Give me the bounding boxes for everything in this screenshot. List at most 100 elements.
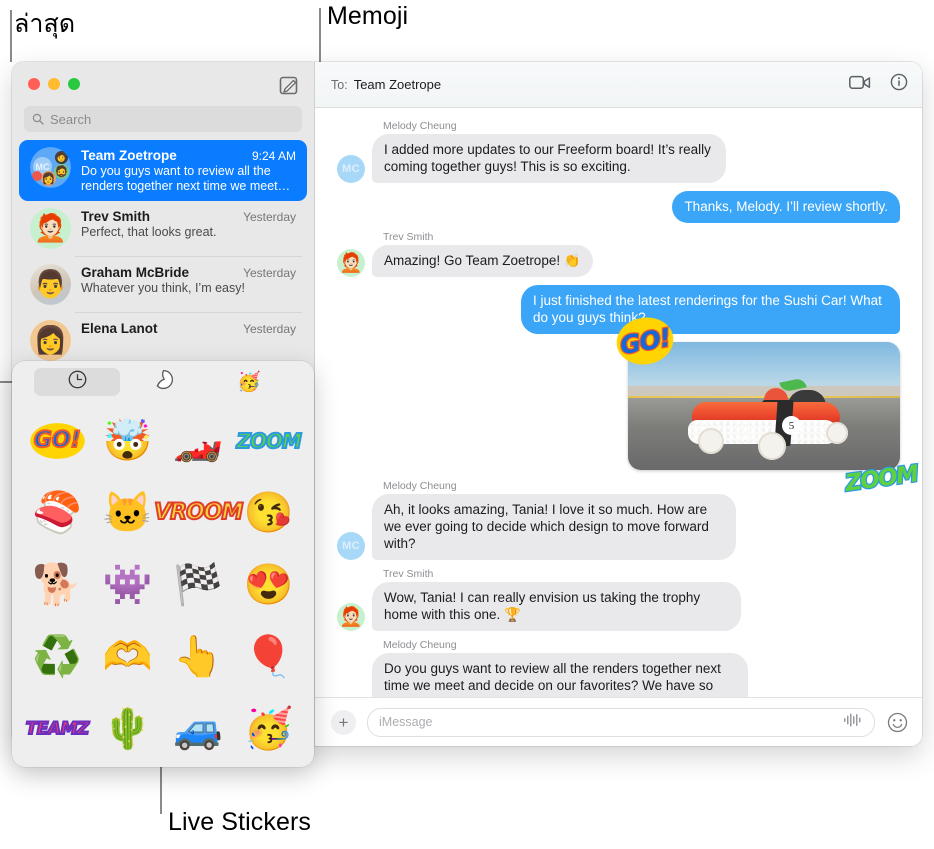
- sticker-hot-air-balloon[interactable]: 🎈: [239, 627, 299, 687]
- imessage-placeholder: iMessage: [379, 715, 433, 729]
- message-bubble[interactable]: Wow, Tania! I can really envision us tak…: [372, 582, 741, 631]
- sticker-heart-eyes-memoji[interactable]: 😍: [239, 555, 299, 615]
- conversation-row-elena-lanot[interactable]: 👩 Elena Lanot Yesterday: [19, 313, 307, 368]
- avatar: 👨: [30, 264, 71, 305]
- sender-name: Melody Cheung: [383, 120, 457, 132]
- conversation-header: To: Team Zoetrope: [315, 62, 922, 108]
- sticker-cactus[interactable]: 🌵: [98, 699, 158, 759]
- audio-waveform-icon[interactable]: [843, 713, 863, 732]
- imessage-input[interactable]: iMessage: [367, 707, 875, 737]
- bubble-avatar-melody: MC: [337, 532, 365, 560]
- message-group: Melody Cheung MC Do you guys want to rev…: [337, 639, 900, 697]
- message-thread: Melody Cheung MC I added more updates to…: [315, 108, 922, 697]
- conversation-time: Yesterday: [243, 266, 296, 280]
- group-face-1: 🧑: [55, 151, 68, 164]
- message-group: Trev Smith 🧑🏻‍🦰 Amazing! Go Team Zoetrop…: [337, 231, 900, 277]
- conversation-name: Trev Smith: [81, 209, 151, 224]
- group-face-3: 👩: [41, 171, 56, 186]
- sender-name: Trev Smith: [383, 568, 434, 580]
- sticker-grid: GO! 🤯 🏎️ ZOOM 🍣 🐱 VROOM 😘 🐕 👾 🏁 😍 ♻️ 🫶 👆…: [12, 403, 314, 767]
- header-actions: [849, 73, 908, 96]
- message-bubble[interactable]: Ah, it looks amazing, Tania! I love it s…: [372, 494, 736, 560]
- conversation-list: MC 🧑 🧔 👩 Team Zoetrope 9:24 AM Do you gu…: [12, 140, 314, 368]
- sticker-sushi[interactable]: 🍣: [27, 483, 87, 543]
- live-sticker-peel-icon: [153, 369, 174, 395]
- conversation-body: Graham McBride Yesterday Whatever you th…: [81, 264, 296, 305]
- search-placeholder: Search: [50, 111, 92, 127]
- add-attachment-button[interactable]: +: [331, 709, 356, 735]
- sticker-tab-memoji[interactable]: 🥳: [206, 368, 292, 396]
- sticker-heart-hands-memoji[interactable]: 🫶: [98, 627, 158, 687]
- sticker-mind-blown-memoji[interactable]: 🤯: [98, 411, 158, 471]
- conversation-pane: To: Team Zoetrope Melody Cheung MC I add…: [315, 62, 922, 746]
- conversation-time: Yesterday: [243, 322, 296, 336]
- conversation-time: 9:24 AM: [251, 149, 296, 163]
- sticker-label: ZOOM: [236, 429, 303, 453]
- conversation-name: Graham McBride: [81, 265, 190, 280]
- message-bubble[interactable]: Thanks, Melody. I’ll review shortly.: [672, 191, 900, 223]
- sticker-foam-finger[interactable]: 👆: [168, 627, 228, 687]
- sticker-recycle[interactable]: ♻️: [27, 627, 87, 687]
- sticker-label: VROOM: [153, 500, 244, 525]
- sticker-grumpy-cat[interactable]: 🐱: [98, 483, 158, 543]
- zoom-button[interactable]: [68, 78, 80, 90]
- sticker-racing-car[interactable]: 🏎️: [168, 411, 228, 471]
- sender-name: Melody Cheung: [383, 480, 457, 492]
- sticker-dog-sunglasses[interactable]: 🐕: [27, 555, 87, 615]
- sticker-label: TEAMZ: [25, 718, 91, 739]
- composer: + iMessage: [315, 697, 922, 746]
- message-group: Thanks, Melody. I’ll review shortly.: [337, 191, 900, 223]
- recipient-name[interactable]: Team Zoetrope: [354, 77, 441, 92]
- sticker-flame-car[interactable]: VROOM: [153, 483, 244, 543]
- conversation-body: Team Zoetrope 9:24 AM Do you guys want t…: [81, 147, 296, 194]
- compose-icon[interactable]: [278, 74, 300, 96]
- sticker-checkered-flag[interactable]: 🏁: [168, 555, 228, 615]
- photo-avatar-elena: 👩: [30, 320, 71, 361]
- go-sticker-overlay[interactable]: GO!: [607, 308, 683, 374]
- avatar: 👩: [30, 320, 71, 361]
- callout-label-memoji: Memoji: [327, 2, 409, 30]
- conversation-row-trev-smith[interactable]: 🧑🏻‍🦰 Trev Smith Yesterday Perfect, that …: [19, 201, 307, 256]
- sticker-blue-car[interactable]: 🚙: [168, 699, 228, 759]
- sticker-zoom[interactable]: ZOOM: [236, 411, 303, 471]
- sender-name: Trev Smith: [383, 231, 434, 243]
- bubble-avatar-trev: 🧑🏻‍🦰: [337, 249, 365, 277]
- conversation-name: Elena Lanot: [81, 321, 158, 336]
- conversation-preview: Perfect, that looks great.: [81, 225, 217, 239]
- sticker-kiss-memoji[interactable]: 😘: [239, 483, 299, 543]
- go-sticker-text: GO!: [617, 321, 674, 361]
- sticker-tab-live-stickers[interactable]: [120, 368, 206, 396]
- minimize-button[interactable]: [48, 78, 60, 90]
- sticker-teamz[interactable]: TEAMZ: [25, 699, 91, 759]
- titlebar: [12, 62, 314, 106]
- info-icon[interactable]: [890, 73, 908, 96]
- sticker-party-memoji[interactable]: 🥳: [239, 699, 299, 759]
- to-label: To:: [331, 77, 348, 92]
- search-input[interactable]: Search: [24, 106, 302, 132]
- avatar: 🧑🏻‍🦰: [30, 208, 71, 249]
- conversation-preview: Do you guys want to review all the rende…: [81, 164, 291, 193]
- message-bubble[interactable]: I just finished the latest renderings fo…: [521, 285, 900, 334]
- clock-icon: [68, 370, 87, 394]
- message-bubble[interactable]: Amazing! Go Team Zoetrope! 👏: [372, 245, 593, 277]
- message-group: Melody Cheung MC Ah, it looks amazing, T…: [337, 480, 900, 560]
- search-container: Search: [12, 106, 314, 132]
- photo-message[interactable]: 5 GO! ZOOM: [607, 308, 921, 498]
- message-bubble[interactable]: I added more updates to our Freeform boa…: [372, 134, 726, 183]
- emoji-smiley-icon[interactable]: [886, 711, 908, 733]
- bubble-avatar-trev: 🧑🏻‍🦰: [337, 603, 365, 631]
- conversation-preview: Whatever you think, I’m easy!: [81, 281, 245, 295]
- close-button[interactable]: [28, 78, 40, 90]
- conversation-row-graham-mcbride[interactable]: 👨 Graham McBride Yesterday Whatever you …: [19, 257, 307, 312]
- sticker-go[interactable]: GO!: [26, 411, 88, 471]
- conversation-name: Team Zoetrope: [81, 148, 177, 163]
- conversation-row-team-zoetrope[interactable]: MC 🧑 🧔 👩 Team Zoetrope 9:24 AM Do you gu…: [19, 140, 307, 201]
- sticker-label: GO!: [26, 421, 88, 461]
- video-camera-icon[interactable]: [849, 75, 871, 95]
- sushi-car: 5: [680, 377, 856, 460]
- sticker-tab-recents[interactable]: [34, 368, 120, 396]
- message-bubble[interactable]: Do you guys want to review all the rende…: [372, 653, 748, 697]
- sticker-monster-teeth[interactable]: 👾: [98, 555, 158, 615]
- sender-name: Melody Cheung: [383, 639, 457, 651]
- group-face-4: [32, 171, 42, 181]
